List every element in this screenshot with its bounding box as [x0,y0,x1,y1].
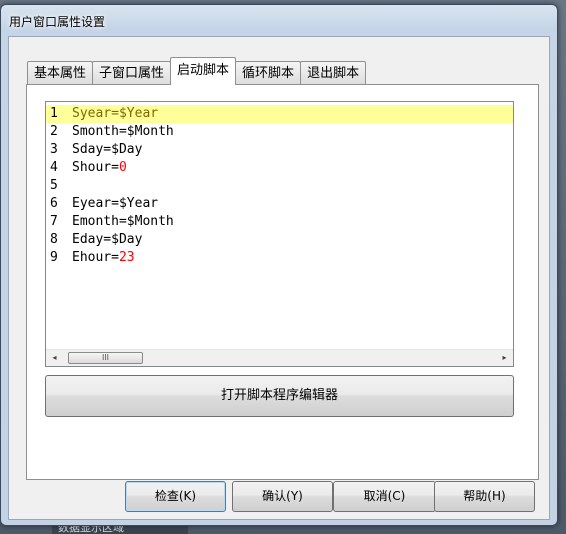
code-line[interactable]: 8 Eday=$Day [46,231,513,249]
tab-loop-script[interactable]: 循环脚本 [235,61,302,85]
code-text: Emonth=$Month [72,214,174,229]
startup-script-panel: 1 Syear=$Year 2 Smonth=$Month 3 Sday=$Day 4 Sho… [26,84,539,480]
code-text: Ehour= [72,250,119,265]
code-line[interactable]: 3 Sday=$Day [46,141,513,159]
code-line[interactable]: 2 Smonth=$Month [46,123,513,141]
code-line[interactable]: 9 Ehour= 23 [46,249,513,267]
line-number: 6 [50,196,58,211]
script-lines: 1 Syear=$Year 2 Smonth=$Month 3 Sday=$Day 4 Sho… [46,105,513,267]
window-title: 用户窗口属性设置 [9,15,106,29]
open-script-editor-button[interactable]: 打开脚本程序编辑器 [45,375,514,417]
code-line[interactable]: 4 Shour= 0 [46,159,513,177]
code-line[interactable]: 7 Emonth=$Month [46,213,513,231]
script-editor[interactable]: 1 Syear=$Year 2 Smonth=$Month 3 Sday=$Day 4 Sho… [45,101,514,367]
code-text: Eyear=$Year [72,196,159,211]
check-button[interactable]: 检查(K) [125,481,226,512]
title-bar[interactable]: 用户窗口属性设置 [1,5,557,35]
code-text: Syear=$Year [72,106,159,121]
scroll-left-arrow-icon[interactable]: ◂ [46,350,63,366]
dialog-client-area: 基本属性 子窗口属性 启动脚本 循环脚本 退出脚本 1 Syear=$Year 2 S… [8,36,550,520]
line-number: 4 [50,160,58,175]
line-number: 3 [50,142,58,157]
code-text: Shour= [72,160,119,175]
line-number: 7 [50,214,58,229]
cancel-button[interactable]: 取消(C) [333,481,436,512]
tab-strip: 基本属性 子窗口属性 启动脚本 循环脚本 退出脚本 [27,57,367,85]
code-line[interactable]: 6 Eyear=$Year [46,195,513,213]
scroll-thumb[interactable]: III [68,352,143,364]
code-line[interactable]: 1 Syear=$Year [46,105,513,123]
code-text: Sday=$Day [72,142,143,157]
tab-startup-script[interactable]: 启动脚本 [170,57,237,85]
code-text: Eday=$Day [72,232,143,247]
code-text: Smonth=$Month [72,124,174,139]
horizontal-scrollbar[interactable]: ◂ III ▸ [46,349,513,366]
scroll-right-arrow-icon[interactable]: ▸ [496,350,513,366]
tab-exit-script[interactable]: 退出脚本 [300,61,367,85]
line-number: 1 [50,106,58,121]
numeric-literal: 23 [118,250,135,265]
tab-basic-properties[interactable]: 基本属性 [27,61,94,85]
line-number: 8 [50,232,58,247]
line-number: 2 [50,124,58,139]
tab-child-window-properties[interactable]: 子窗口属性 [92,61,172,85]
help-button[interactable]: 帮助(H) [434,481,535,512]
user-window-properties-dialog: 用户窗口属性设置 基本属性 子窗口属性 启动脚本 循环脚本 退出脚本 1 Syea… [0,4,558,526]
line-number: 5 [50,178,58,193]
line-number: 9 [50,250,58,265]
numeric-literal: 0 [118,160,127,175]
confirm-button[interactable]: 确认(Y) [232,481,333,512]
code-line[interactable]: 5 [46,177,513,195]
